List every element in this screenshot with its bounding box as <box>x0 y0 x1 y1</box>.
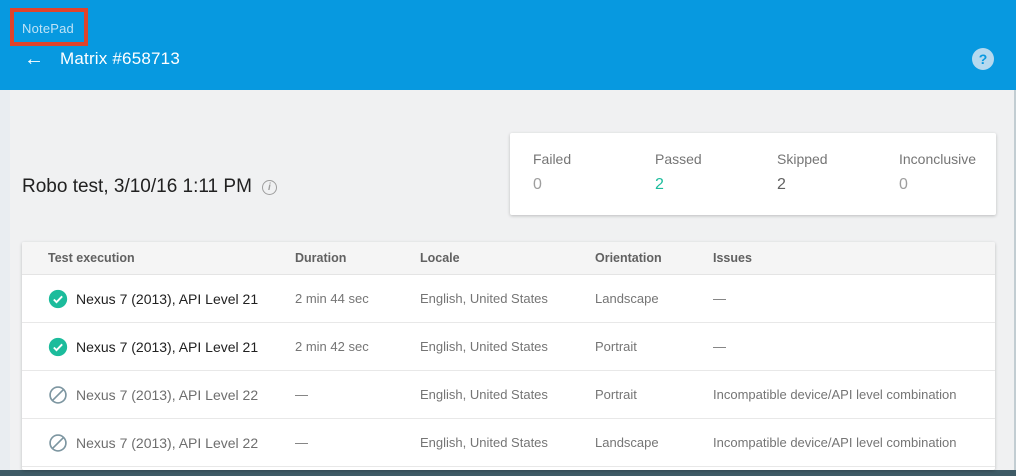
cell-locale: English, United States <box>420 339 595 354</box>
cell-duration: 2 min 44 sec <box>295 291 420 306</box>
summary-label: Failed <box>533 151 655 167</box>
cell-issues: — <box>713 291 995 306</box>
test-lab-matrix-screen: NotePad ← Matrix #658713 ? Robo test, 3/… <box>0 0 1016 476</box>
summary-item-skipped: Skipped 2 <box>777 151 899 215</box>
title-row: ← Matrix #658713 <box>24 48 180 70</box>
back-arrow-icon[interactable]: ← <box>24 48 44 70</box>
summary-label: Inconclusive <box>899 151 996 167</box>
cell-locale: English, United States <box>420 435 595 450</box>
cell-test-execution: Nexus 7 (2013), API Level 22 <box>48 433 295 453</box>
cell-test-execution: Nexus 7 (2013), API Level 22 <box>48 385 295 405</box>
device-name: Nexus 7 (2013), API Level 21 <box>76 291 258 307</box>
summary-card: Failed 0 Passed 2 Skipped 2 Inconclusive… <box>510 133 996 215</box>
skipped-icon <box>48 433 68 453</box>
table-row[interactable]: Nexus 7 (2013), API Level 22 — English, … <box>22 371 995 419</box>
left-gutter <box>0 90 10 470</box>
col-header-duration: Duration <box>295 251 420 265</box>
summary-value: 0 <box>899 176 996 194</box>
cell-orientation: Landscape <box>595 291 713 306</box>
col-header-issues: Issues <box>713 251 995 265</box>
run-title: Robo test, 3/10/16 1:11 PM i <box>22 176 277 198</box>
device-name: Nexus 7 (2013), API Level 22 <box>76 387 258 403</box>
table-header-row: Test execution Duration Locale Orientati… <box>22 242 995 275</box>
cell-locale: English, United States <box>420 387 595 402</box>
table-row[interactable]: Nexus 7 (2013), API Level 21 2 min 42 se… <box>22 323 995 371</box>
results-table: Test execution Duration Locale Orientati… <box>22 242 995 470</box>
col-header-locale: Locale <box>420 251 595 265</box>
device-name: Nexus 7 (2013), API Level 21 <box>76 339 258 355</box>
cell-issues: — <box>713 339 995 354</box>
summary-item-failed: Failed 0 <box>533 151 655 215</box>
cell-orientation: Portrait <box>595 387 713 402</box>
cell-issues: Incompatible device/API level combinatio… <box>713 387 995 402</box>
app-bar: NotePad ← Matrix #658713 ? <box>0 0 1016 90</box>
col-header-orientation: Orientation <box>595 251 713 265</box>
skipped-icon <box>48 385 68 405</box>
summary-value: 2 <box>777 176 899 194</box>
cell-locale: English, United States <box>420 291 595 306</box>
summary-item-inconclusive: Inconclusive 0 <box>899 151 996 215</box>
run-title-text: Robo test, 3/10/16 1:11 PM <box>22 176 252 198</box>
cell-orientation: Landscape <box>595 435 713 450</box>
info-icon[interactable]: i <box>262 180 277 195</box>
cell-test-execution: Nexus 7 (2013), API Level 21 <box>48 289 295 309</box>
cell-test-execution: Nexus 7 (2013), API Level 21 <box>48 337 295 357</box>
passed-icon <box>48 337 68 357</box>
device-name: Nexus 7 (2013), API Level 22 <box>76 435 258 451</box>
summary-label: Skipped <box>777 151 899 167</box>
summary-value: 2 <box>655 176 777 194</box>
cell-orientation: Portrait <box>595 339 713 354</box>
help-icon[interactable]: ? <box>972 48 994 70</box>
table-row[interactable]: Nexus 7 (2013), API Level 21 2 min 44 se… <box>22 275 995 323</box>
summary-value: 0 <box>533 176 655 194</box>
page-title: Matrix #658713 <box>60 49 180 69</box>
cell-issues: Incompatible device/API level combinatio… <box>713 435 995 450</box>
cell-duration: — <box>295 435 420 450</box>
window-bottom-edge <box>0 470 1016 476</box>
annotation-highlight-box <box>10 8 88 46</box>
summary-item-passed: Passed 2 <box>655 151 777 215</box>
table-row[interactable]: Nexus 7 (2013), API Level 22 — English, … <box>22 419 995 467</box>
summary-label: Passed <box>655 151 777 167</box>
passed-icon <box>48 289 68 309</box>
cell-duration: — <box>295 387 420 402</box>
cell-duration: 2 min 42 sec <box>295 339 420 354</box>
col-header-test-execution: Test execution <box>48 251 295 265</box>
